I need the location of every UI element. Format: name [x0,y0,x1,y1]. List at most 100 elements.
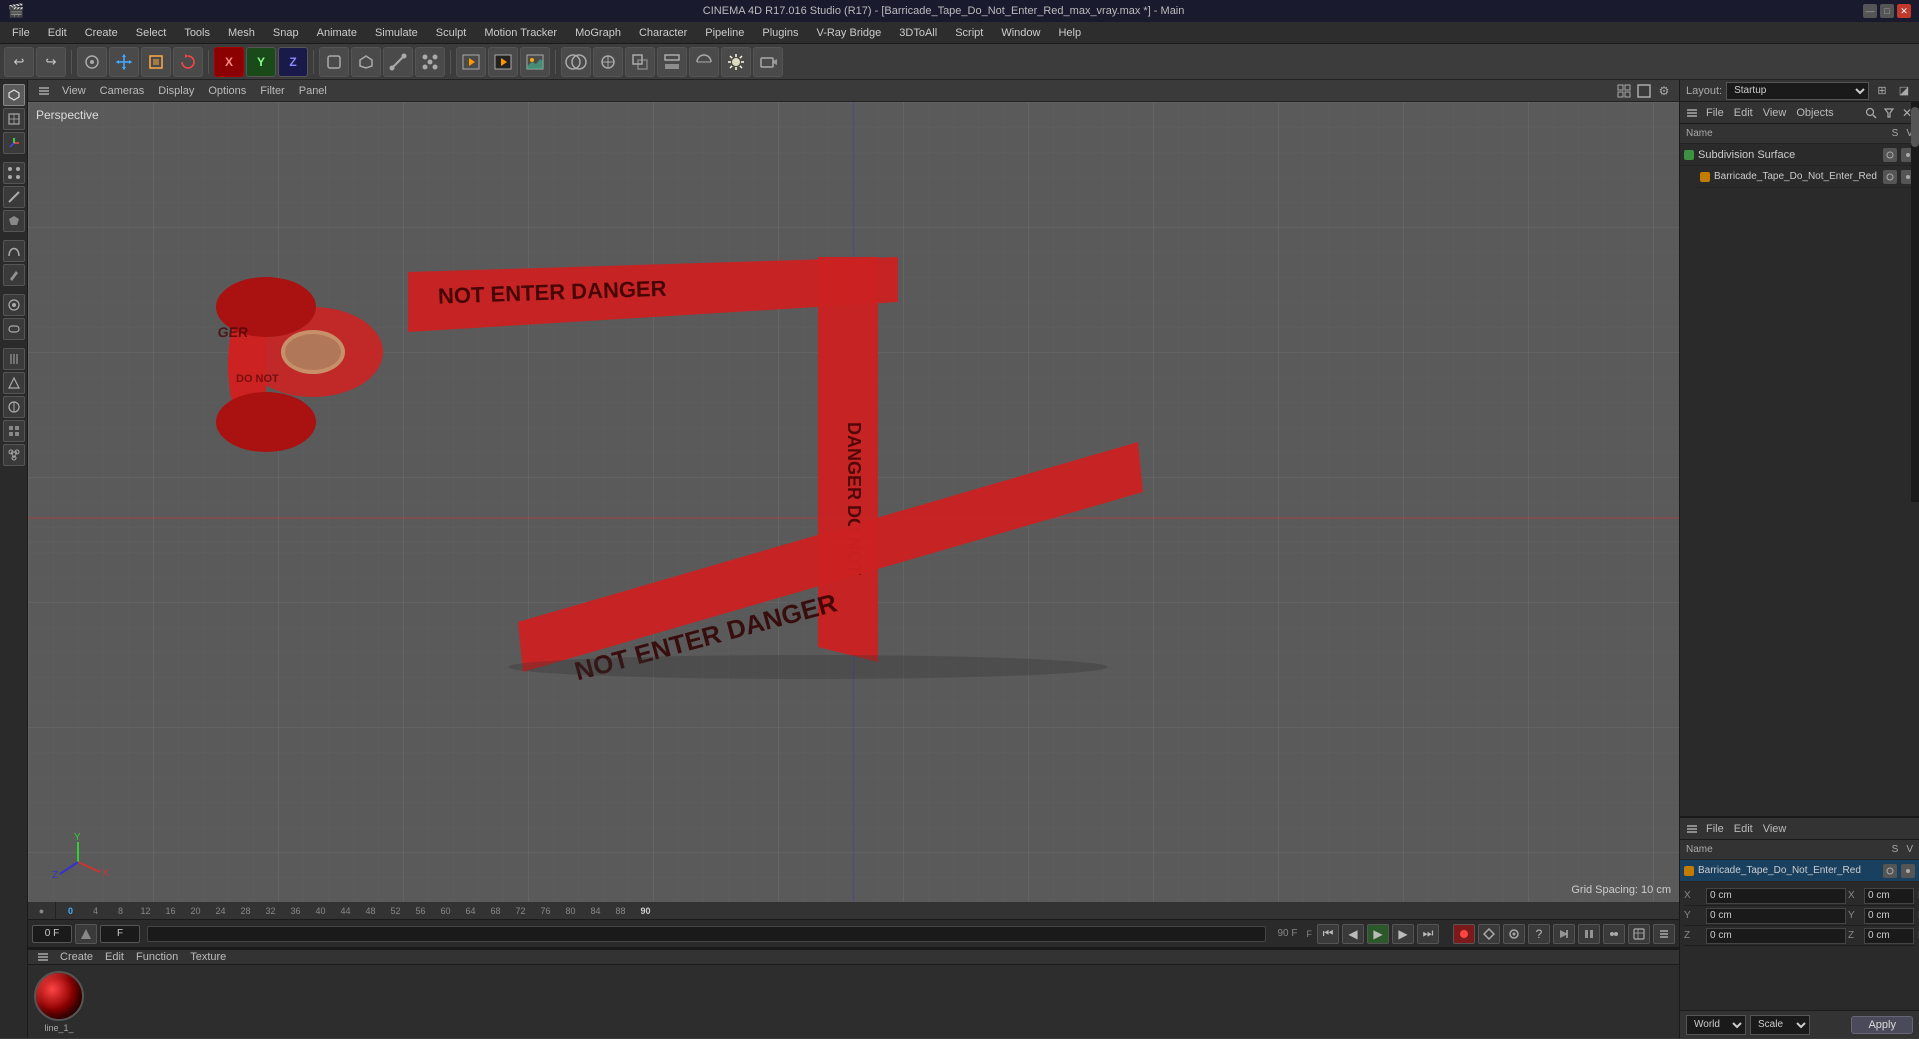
menu-mesh[interactable]: Mesh [220,25,263,41]
obj-file-menu[interactable]: File [1702,106,1728,120]
tool-points[interactable] [3,162,25,184]
menu-select[interactable]: Select [128,25,175,41]
layout-extra-1[interactable]: ⊞ [1873,82,1891,100]
menu-character[interactable]: Character [631,25,695,41]
tool-extra-4[interactable] [3,444,25,466]
menu-edit[interactable]: Edit [40,25,75,41]
obj-edit-menu[interactable]: Edit [1730,106,1757,120]
tool-hair[interactable] [3,348,25,370]
layout-select[interactable]: Startup Standard Sculpting [1726,82,1869,100]
menu-script[interactable]: Script [947,25,991,41]
tool-texture[interactable] [3,108,25,130]
mat-function-menu[interactable]: Function [132,950,182,964]
rotate-button[interactable] [173,47,203,77]
move-button[interactable] [109,47,139,77]
mode-point-button[interactable] [415,47,445,77]
instance-button[interactable] [625,47,655,77]
menu-sculpt[interactable]: Sculpt [428,25,475,41]
menu-mograph[interactable]: MoGraph [567,25,629,41]
mode-edge-button[interactable] [383,47,413,77]
viewport-menu-icon[interactable] [34,82,54,100]
attr-sy-input[interactable] [1864,908,1914,924]
vp-view-menu[interactable]: View [56,84,92,98]
menu-file[interactable]: File [4,25,38,41]
right-scrollbar-thumb[interactable] [1911,107,1919,147]
menu-snap[interactable]: Snap [265,25,307,41]
tool-extra-2[interactable] [3,396,25,418]
tool-extra-3[interactable] [3,420,25,442]
step-fwd-button[interactable]: ▶ [1392,924,1414,944]
tool-model[interactable] [3,84,25,106]
record-button[interactable] [1453,924,1475,944]
tool-polygons[interactable] [3,210,25,232]
camera-button[interactable] [753,47,783,77]
attr-menu-icon[interactable] [1684,822,1700,836]
attr-transform-mode-select[interactable]: Scale Position Rotation [1750,1015,1810,1035]
minimize-button[interactable]: — [1863,4,1877,18]
vp-settings-icon[interactable]: ⚙ [1655,82,1673,100]
menu-plugins[interactable]: Plugins [754,25,806,41]
vp-filter-menu[interactable]: Filter [254,84,290,98]
attr-edit-menu[interactable]: Edit [1730,822,1757,836]
null-button[interactable] [593,47,623,77]
mat-create-menu[interactable]: Create [56,950,97,964]
attr-view-menu[interactable]: View [1759,822,1791,836]
material-ball-1[interactable] [34,971,84,1021]
fps-input[interactable] [100,925,140,943]
attr-file-menu[interactable]: File [1702,822,1728,836]
auto-key-button[interactable] [1478,924,1500,944]
layout-extra-2[interactable]: ◪ [1895,82,1913,100]
obj-view-menu[interactable]: View [1759,106,1791,120]
vp-panel-menu[interactable]: Panel [293,84,333,98]
menu-vray-bridge[interactable]: V-Ray Bridge [808,25,889,41]
obj-flag-s-subdivision[interactable] [1883,148,1897,162]
vp-display-menu[interactable]: Display [152,84,200,98]
attr-coord-mode-select[interactable]: World Local Object [1686,1015,1746,1035]
light-button[interactable] [721,47,751,77]
tool-sculpt-2[interactable] [3,318,25,340]
menu-help[interactable]: Help [1050,25,1089,41]
tool-paint[interactable] [3,264,25,286]
vp-layout-icon[interactable] [1615,82,1633,100]
menu-create[interactable]: Create [77,25,126,41]
mat-texture-menu[interactable]: Texture [186,950,230,964]
timeline-more-4[interactable] [1628,924,1650,944]
obj-row-barricade[interactable]: Barricade_Tape_Do_Not_Enter_Red [1696,166,1919,188]
axis-x-button[interactable]: X [214,47,244,77]
key-frame-button[interactable] [75,924,97,944]
right-panel-scrollbar[interactable] [1911,102,1919,502]
attr-x-pos-input[interactable] [1706,888,1846,904]
live-selection-button[interactable] [77,47,107,77]
attr-z-pos-input[interactable] [1706,928,1846,944]
tool-sculpt-1[interactable] [3,294,25,316]
vp-options-menu[interactable]: Options [202,84,252,98]
menu-pipeline[interactable]: Pipeline [697,25,752,41]
tool-extra-1[interactable] [3,372,25,394]
mode-polygon-button[interactable] [351,47,381,77]
floor-button[interactable] [657,47,687,77]
axis-y-button[interactable]: Y [246,47,276,77]
obj-flag-s-barricade[interactable] [1883,170,1897,184]
menu-simulate[interactable]: Simulate [367,25,426,41]
current-frame-input[interactable] [32,925,72,943]
mode-object-button[interactable] [319,47,349,77]
key-pos-button[interactable]: ? [1528,924,1550,944]
attr-sz-input[interactable] [1864,928,1914,944]
attr-flag-v[interactable] [1901,864,1915,878]
menu-tools[interactable]: Tools [176,25,218,41]
sky-button[interactable] [689,47,719,77]
mat-edit-menu[interactable]: Edit [101,950,128,964]
attr-y-pos-input[interactable] [1706,908,1846,924]
boole-button[interactable] [561,47,591,77]
timeline-ruler[interactable]: ● 0 4 8 12 16 20 24 28 32 36 40 44 48 52… [28,902,1679,920]
vp-maximize-icon[interactable] [1635,82,1653,100]
attr-apply-button[interactable]: Apply [1851,1016,1913,1034]
attr-selected-object-row[interactable]: Barricade_Tape_Do_Not_Enter_Red [1680,860,1919,882]
goto-end-button[interactable]: ⏭ [1417,924,1439,944]
menu-3dtoall[interactable]: 3DToAll [891,25,945,41]
material-menu-icon[interactable] [34,950,52,964]
render-view-button[interactable] [488,47,518,77]
step-back-button[interactable]: ◀ [1342,924,1364,944]
menu-animate[interactable]: Animate [309,25,365,41]
obj-manager-menu-icon[interactable] [1684,106,1700,120]
